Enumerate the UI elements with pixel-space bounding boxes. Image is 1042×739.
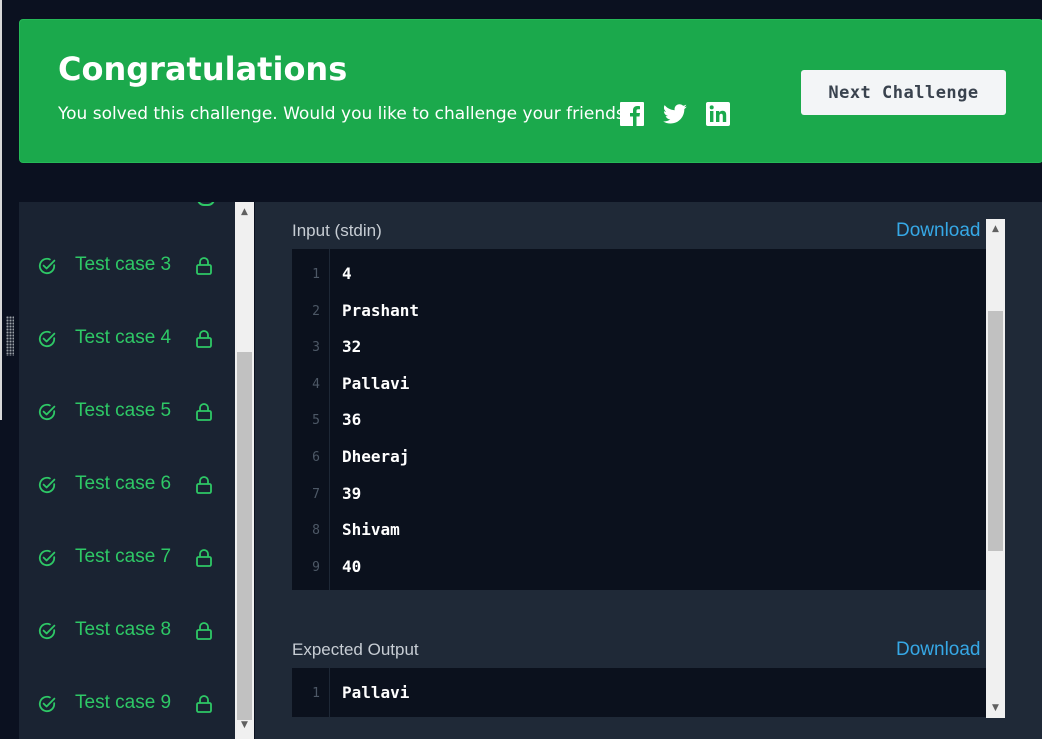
- test-case-item[interactable]: Test case 8: [19, 613, 235, 653]
- partial-check-icon: [197, 202, 215, 206]
- test-case-item[interactable]: Test case 5: [19, 394, 235, 434]
- check-circle-icon: [38, 330, 56, 348]
- code-line: 40: [342, 556, 362, 576]
- code-line: 39: [342, 483, 362, 503]
- lock-icon: [196, 403, 212, 421]
- test-case-label: Test case 4: [75, 327, 172, 348]
- facebook-icon[interactable]: [619, 101, 645, 127]
- main-scrollbar[interactable]: ▲ ▼: [986, 219, 1005, 718]
- scroll-down-arrow[interactable]: ▼: [986, 700, 1005, 716]
- lock-icon: [196, 257, 212, 275]
- line-number: 5: [312, 413, 320, 429]
- test-case-label: Test case 7: [75, 546, 172, 567]
- banner-subtitle: You solved this challenge. Would you lik…: [58, 104, 634, 124]
- line-number: 2: [312, 303, 320, 319]
- banner-title: Congratulations: [58, 50, 348, 88]
- line-number: 7: [312, 486, 320, 502]
- expected-output-label: Expected Output: [292, 640, 419, 659]
- check-circle-icon: [38, 549, 56, 567]
- resize-grip[interactable]: [6, 316, 14, 356]
- output-panel: Input (stdin) Download 1 4 2 Prashant 3 32 4 Pa…: [255, 202, 1042, 739]
- expected-output-block: 1 Pallavi: [292, 668, 988, 717]
- test-case-label: Test case 5: [75, 400, 172, 421]
- scrollbar-thumb[interactable]: [237, 352, 252, 720]
- success-banner: Congratulations You solved this challeng…: [19, 19, 1042, 163]
- line-number: 1: [312, 686, 320, 701]
- test-case-item[interactable]: Test case 9: [19, 686, 235, 726]
- input-code-block: 1 4 2 Prashant 3 32 4 Pallavi 5 36 6 Dheeraj 7 39 8 Shi…: [292, 249, 988, 590]
- sidebar-scrollbar[interactable]: ▲ ▼: [235, 202, 254, 739]
- code-line: Shivam: [342, 520, 400, 540]
- code-line: Dheeraj: [342, 447, 410, 466]
- twitter-icon[interactable]: [662, 101, 688, 127]
- input-label: Input (stdin): [292, 221, 382, 240]
- test-case-item[interactable]: Test case 6: [19, 467, 235, 507]
- scroll-up-arrow[interactable]: ▲: [235, 204, 254, 220]
- lock-icon: [196, 622, 212, 640]
- expected-download-link[interactable]: Download: [896, 639, 981, 661]
- test-case-label: Test case 6: [75, 473, 172, 494]
- code-line: Pallavi: [342, 373, 410, 393]
- code-line: Pallavi: [342, 683, 410, 702]
- test-case-label: Test case 3: [75, 254, 172, 275]
- lock-icon: [196, 476, 212, 494]
- code-line: 32: [342, 337, 362, 357]
- test-case-item[interactable]: Test case 3: [19, 248, 235, 288]
- input-download-link[interactable]: Download: [896, 220, 981, 242]
- scrollbar-thumb[interactable]: [988, 311, 1003, 551]
- check-circle-icon: [38, 257, 56, 275]
- test-case-label: Test case 8: [75, 619, 172, 640]
- window-edge: [0, 0, 2, 420]
- scroll-up-arrow[interactable]: ▲: [986, 221, 1005, 237]
- line-number: 1: [312, 267, 320, 282]
- test-case-sidebar: Test case 3 Test case 4 Test case 5 Test ca…: [19, 202, 235, 739]
- check-circle-icon: [38, 622, 56, 640]
- lock-icon: [196, 549, 212, 567]
- next-challenge-button[interactable]: Next Challenge: [801, 70, 1006, 115]
- line-number: 6: [312, 450, 320, 465]
- code-line: Prashant: [342, 300, 420, 320]
- test-case-item[interactable]: Test case 7: [19, 540, 235, 580]
- code-line: 36: [342, 410, 362, 430]
- code-line: 4: [342, 264, 352, 283]
- check-circle-icon: [38, 476, 56, 494]
- scroll-down-arrow[interactable]: ▼: [235, 717, 254, 733]
- check-circle-icon: [38, 695, 56, 713]
- lock-icon: [196, 695, 212, 713]
- test-case-item[interactable]: Test case 4: [19, 321, 235, 361]
- line-number: 8: [312, 523, 320, 539]
- check-circle-icon: [38, 403, 56, 421]
- linkedin-icon[interactable]: [705, 101, 731, 127]
- line-number: 9: [312, 559, 320, 575]
- line-number: 3: [312, 340, 320, 356]
- line-number: 4: [312, 376, 320, 392]
- test-case-label: Test case 9: [75, 692, 172, 713]
- lock-icon: [196, 330, 212, 348]
